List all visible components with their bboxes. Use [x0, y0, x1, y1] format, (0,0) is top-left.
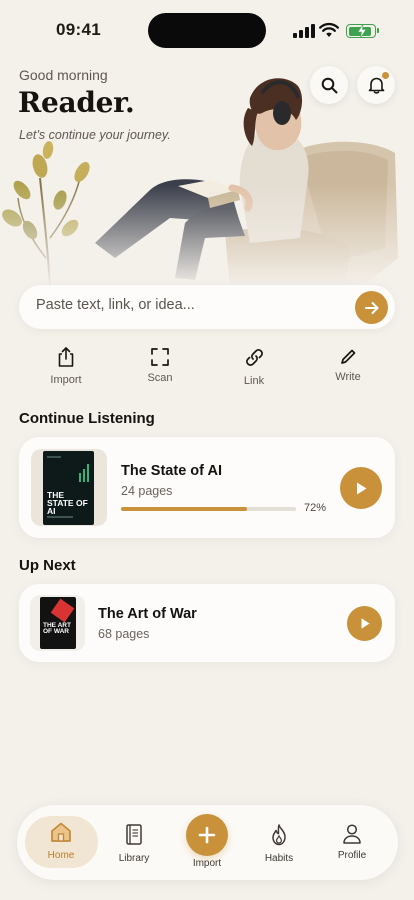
flame-icon — [272, 824, 286, 846]
notification-badge — [382, 72, 389, 79]
bell-icon — [368, 77, 384, 94]
write-action[interactable]: Write — [313, 345, 383, 383]
play-button[interactable] — [340, 467, 382, 509]
cover-title-text: THE ART OF WAR — [43, 622, 71, 636]
page-subtitle: Let’s continue your journey. — [19, 128, 171, 142]
play-icon — [357, 482, 367, 494]
book-cover-frame: THE ART OF WAR — [30, 595, 85, 651]
progress-percent: 72% — [304, 502, 327, 514]
plus-icon — [198, 826, 216, 844]
book-icon — [126, 824, 142, 845]
paste-input-bar — [19, 285, 395, 329]
quick-actions: Import Scan Link Write — [0, 345, 414, 391]
play-button[interactable] — [347, 606, 382, 641]
nav-import-button[interactable] — [186, 814, 228, 856]
scan-action-label: Scan — [147, 372, 173, 384]
nav-library-label: Library — [118, 853, 150, 864]
nav-library[interactable]: Library — [98, 823, 170, 864]
status-bar: 09:41 — [0, 0, 414, 60]
book-cover-state-of-ai: THE STATE OF AI — [43, 451, 94, 525]
share-upload-icon — [58, 347, 74, 367]
nav-home[interactable]: Home — [25, 821, 97, 861]
progress-fill — [121, 507, 247, 511]
book-pages: 68 pages — [98, 627, 150, 641]
nav-import-label: Import — [192, 858, 222, 869]
link-action[interactable]: Link — [219, 345, 289, 387]
nav-habits-label: Habits — [264, 853, 294, 864]
cover-title-text: THE STATE OF AI — [47, 490, 88, 517]
search-button[interactable] — [310, 66, 348, 104]
book-cover-frame: THE STATE OF AI — [31, 449, 107, 526]
dynamic-island — [148, 13, 266, 48]
status-time: 09:41 — [56, 20, 101, 39]
person-icon — [343, 824, 361, 844]
home-icon — [51, 822, 71, 842]
progress-bar — [121, 507, 296, 511]
nav-habits[interactable]: Habits — [243, 823, 315, 864]
import-action[interactable]: Import — [31, 345, 101, 386]
up-next-heading: Up Next — [19, 557, 76, 574]
wifi-icon — [319, 22, 339, 37]
search-icon — [321, 77, 337, 93]
play-icon — [361, 618, 369, 629]
paste-input[interactable] — [36, 297, 336, 313]
pen-icon — [341, 349, 356, 364]
book-cover-art-of-war: THE ART OF WAR — [40, 597, 76, 649]
book-pages: 24 pages — [121, 484, 173, 498]
import-action-label: Import — [50, 374, 82, 386]
submit-button[interactable] — [355, 291, 388, 324]
battery-icon — [346, 24, 379, 38]
book-title: The State of AI — [121, 463, 222, 479]
page-title: Reader. — [18, 86, 135, 119]
arrow-right-icon — [364, 301, 378, 314]
nav-import[interactable]: Import — [171, 858, 243, 869]
bottom-nav: Home Library Import Habits Profile — [17, 805, 398, 880]
scan-action[interactable]: Scan — [125, 345, 195, 384]
link-action-label: Link — [243, 375, 265, 387]
cellular-signal-icon — [293, 24, 315, 38]
greeting-text: Good morning — [19, 67, 108, 83]
up-next-card[interactable]: THE ART OF WAR The Art of War 68 pages — [19, 584, 395, 662]
notifications-button[interactable] — [357, 66, 395, 104]
link-icon — [245, 348, 263, 366]
continue-listening-heading: Continue Listening — [19, 410, 155, 427]
scan-frame-icon — [151, 348, 169, 366]
nav-home-label: Home — [47, 850, 75, 861]
nav-profile[interactable]: Profile — [316, 823, 388, 861]
write-action-label: Write — [335, 371, 361, 383]
book-title: The Art of War — [98, 606, 197, 622]
continue-listening-card[interactable]: THE STATE OF AI The State of AI 24 pages… — [19, 437, 395, 538]
nav-profile-label: Profile — [337, 850, 367, 861]
